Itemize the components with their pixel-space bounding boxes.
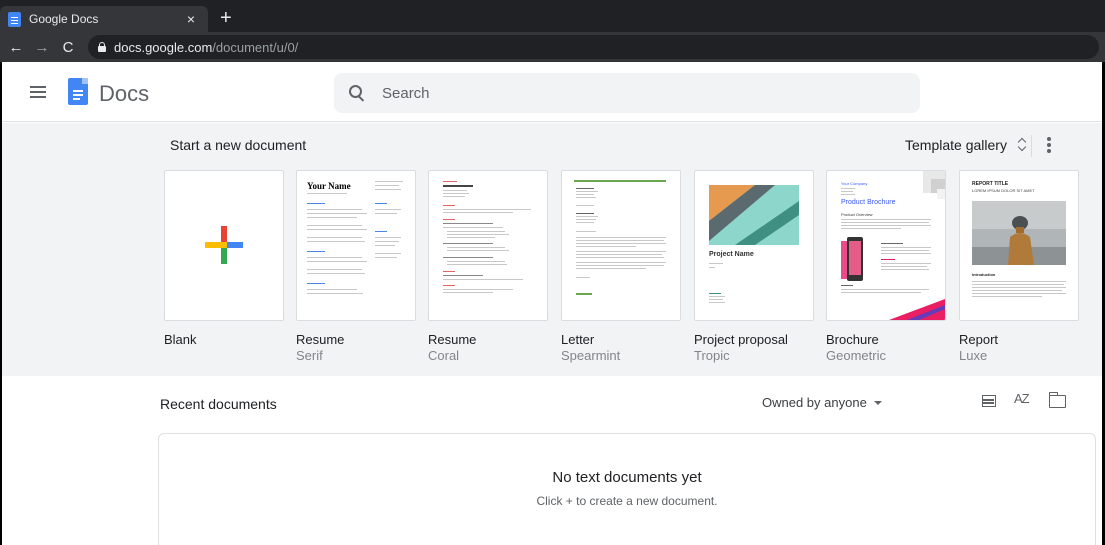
search-input[interactable] <box>382 84 882 102</box>
browser-tabstrip: Google Docs × + <box>0 0 1105 32</box>
empty-state-title: No text documents yet <box>552 469 702 486</box>
list-view-icon[interactable] <box>982 395 996 407</box>
new-tab-button[interactable]: + <box>220 8 232 28</box>
template-thumbnail[interactable] <box>561 170 681 321</box>
template-thumbnail[interactable]: Your Name <box>296 170 416 321</box>
docs-logo-icon[interactable] <box>68 78 88 105</box>
template-name: Resume <box>296 332 345 347</box>
plus-icon <box>205 226 243 264</box>
url-path: /document/u/0/ <box>212 39 299 55</box>
owner-filter-dropdown[interactable]: Owned by anyone <box>762 395 882 410</box>
template-name: Report <box>959 332 999 347</box>
docs-favicon-icon <box>8 11 21 27</box>
template-variant: Tropic <box>694 348 730 363</box>
template-resume-serif[interactable]: Your Name Resume Serif <box>296 170 416 363</box>
template-variant: Coral <box>428 348 460 363</box>
template-thumbnail[interactable]: REPORT TITLE LOREM IPSUM DOLOR SIT AMET … <box>959 170 1079 321</box>
template-thumbnail[interactable] <box>428 170 548 321</box>
template-brochure-geometric[interactable]: Your Company Product Brochure Product Ov… <box>826 170 946 363</box>
template-letter-spearmint[interactable]: Letter Spearmint <box>561 170 681 363</box>
search-box[interactable] <box>334 73 920 113</box>
tropic-artwork <box>709 185 799 245</box>
docs-header: Docs <box>0 62 1105 122</box>
template-project-proposal-tropic[interactable]: Project Name Project proposal Tropic <box>694 170 814 363</box>
window-border <box>0 62 2 545</box>
dropdown-caret-icon <box>873 400 882 405</box>
template-name: Letter <box>561 332 595 347</box>
template-thumbnail[interactable]: Project Name <box>694 170 814 321</box>
reload-icon[interactable]: C <box>58 39 78 56</box>
template-report-luxe[interactable]: REPORT TITLE LOREM IPSUM DOLOR SIT AMET … <box>959 170 1079 363</box>
more-options-icon[interactable] <box>1047 137 1051 153</box>
tab-close-icon[interactable]: × <box>182 11 200 27</box>
app-title[interactable]: Docs <box>99 81 149 107</box>
thumb-company: Your Company <box>841 181 868 186</box>
browser-tab[interactable]: Google Docs × <box>0 6 208 32</box>
template-name: Blank <box>164 332 197 347</box>
report-photo <box>972 201 1066 265</box>
tab-title: Google Docs <box>29 12 99 26</box>
template-section: Start a new document Template gallery Bl… <box>0 123 1105 376</box>
template-gallery-button[interactable]: Template gallery <box>905 133 1027 157</box>
template-gallery-label: Template gallery <box>905 137 1007 153</box>
thumb-intro: Introduction <box>972 272 996 277</box>
template-variant: Spearmint <box>561 348 621 363</box>
owner-filter-label: Owned by anyone <box>762 395 867 410</box>
thumb-heading: REPORT TITLE <box>972 181 1009 187</box>
address-bar[interactable]: docs.google.com /document/u/0/ <box>88 35 1099 59</box>
recent-heading: Recent documents <box>160 396 277 412</box>
template-name: Brochure <box>826 332 879 347</box>
thumb-heading: Your Name <box>307 181 351 191</box>
template-variant: Geometric <box>826 348 886 363</box>
template-thumbnail[interactable]: Your Company Product Brochure Product Ov… <box>826 170 946 321</box>
template-name: Resume <box>428 332 477 347</box>
template-blank[interactable]: Blank <box>164 170 284 347</box>
forward-icon[interactable]: → <box>32 39 52 56</box>
thumb-subheading: LOREM IPSUM DOLOR SIT AMET <box>972 188 1035 193</box>
template-variant: Serif <box>296 348 323 363</box>
divider <box>1031 135 1032 157</box>
template-resume-coral[interactable]: Resume Coral <box>428 170 548 363</box>
folder-icon[interactable] <box>1048 392 1066 408</box>
main-menu-icon[interactable] <box>30 86 46 98</box>
back-icon[interactable]: ← <box>6 39 26 56</box>
browser-toolbar: ← → C docs.google.com /document/u/0/ <box>0 32 1105 62</box>
template-thumbnail[interactable] <box>164 170 284 321</box>
unfold-more-icon <box>1017 137 1027 153</box>
sort-az-icon[interactable]: AZ <box>1014 391 1030 406</box>
thumb-heading: Project Name <box>709 251 754 258</box>
url-host: docs.google.com <box>114 39 213 55</box>
template-variant: Luxe <box>959 348 988 363</box>
thumb-subheading: Product Overview <box>841 212 873 217</box>
template-name: Project proposal <box>694 332 788 347</box>
search-icon[interactable] <box>348 84 366 102</box>
empty-state-card: No text documents yet Click + to create … <box>158 433 1096 545</box>
lock-icon[interactable] <box>98 42 106 52</box>
template-heading: Start a new document <box>170 137 307 153</box>
empty-state-hint: Click + to create a new document. <box>536 494 718 508</box>
thumb-heading: Product Brochure <box>841 199 896 206</box>
